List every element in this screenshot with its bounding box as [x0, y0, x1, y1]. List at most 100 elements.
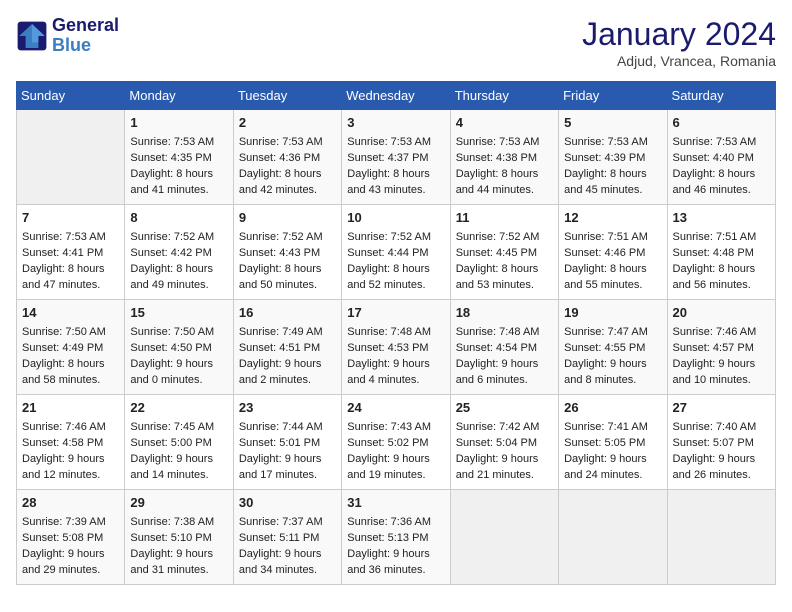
- day-info-line: Sunrise: 7:53 AM: [239, 135, 336, 151]
- header-tuesday: Tuesday: [233, 82, 341, 110]
- day-info-line: Daylight: 8 hours: [564, 167, 661, 183]
- day-info-line: and 24 minutes.: [564, 468, 661, 484]
- day-info-line: and 14 minutes.: [130, 468, 227, 484]
- day-info-line: Sunset: 4:51 PM: [239, 341, 336, 357]
- day-number: 25: [456, 399, 553, 418]
- calendar-cell: [559, 490, 667, 585]
- calendar-cell: [667, 490, 775, 585]
- day-info-line: Daylight: 8 hours: [673, 167, 770, 183]
- day-info-line: Daylight: 9 hours: [347, 452, 444, 468]
- calendar-cell: 16Sunrise: 7:49 AMSunset: 4:51 PMDayligh…: [233, 300, 341, 395]
- day-info-line: Sunrise: 7:42 AM: [456, 420, 553, 436]
- day-info-line: and 36 minutes.: [347, 563, 444, 579]
- day-number: 22: [130, 399, 227, 418]
- logo-text: General Blue: [52, 16, 119, 56]
- calendar-cell: 18Sunrise: 7:48 AMSunset: 4:54 PMDayligh…: [450, 300, 558, 395]
- day-number: 31: [347, 494, 444, 513]
- day-number: 29: [130, 494, 227, 513]
- calendar-cell: 7Sunrise: 7:53 AMSunset: 4:41 PMDaylight…: [17, 205, 125, 300]
- day-number: 8: [130, 209, 227, 228]
- day-number: 23: [239, 399, 336, 418]
- day-info-line: Sunrise: 7:40 AM: [673, 420, 770, 436]
- day-info-line: Sunset: 4:43 PM: [239, 246, 336, 262]
- day-info-line: Daylight: 8 hours: [456, 167, 553, 183]
- calendar-cell: [17, 110, 125, 205]
- day-number: 19: [564, 304, 661, 323]
- day-info-line: Sunset: 4:37 PM: [347, 151, 444, 167]
- day-info-line: and 42 minutes.: [239, 183, 336, 199]
- day-info-line: Sunset: 5:04 PM: [456, 436, 553, 452]
- day-number: 1: [130, 114, 227, 133]
- day-info-line: Sunrise: 7:53 AM: [456, 135, 553, 151]
- day-number: 9: [239, 209, 336, 228]
- day-info-line: Sunrise: 7:53 AM: [22, 230, 119, 246]
- day-info-line: Sunset: 5:10 PM: [130, 531, 227, 547]
- header-wednesday: Wednesday: [342, 82, 450, 110]
- day-info-line: Daylight: 9 hours: [673, 357, 770, 373]
- calendar-cell: 3Sunrise: 7:53 AMSunset: 4:37 PMDaylight…: [342, 110, 450, 205]
- calendar-cell: 30Sunrise: 7:37 AMSunset: 5:11 PMDayligh…: [233, 490, 341, 585]
- day-info-line: Sunrise: 7:52 AM: [239, 230, 336, 246]
- calendar-cell: 23Sunrise: 7:44 AMSunset: 5:01 PMDayligh…: [233, 395, 341, 490]
- day-info-line: Daylight: 9 hours: [673, 452, 770, 468]
- day-info-line: and 21 minutes.: [456, 468, 553, 484]
- day-info-line: and 19 minutes.: [347, 468, 444, 484]
- calendar-cell: 9Sunrise: 7:52 AMSunset: 4:43 PMDaylight…: [233, 205, 341, 300]
- day-info-line: Sunset: 4:36 PM: [239, 151, 336, 167]
- title-area: January 2024 Adjud, Vrancea, Romania: [582, 16, 776, 69]
- calendar-cell: 29Sunrise: 7:38 AMSunset: 5:10 PMDayligh…: [125, 490, 233, 585]
- day-number: 30: [239, 494, 336, 513]
- day-info-line: Sunrise: 7:47 AM: [564, 325, 661, 341]
- day-info-line: Sunrise: 7:53 AM: [673, 135, 770, 151]
- day-info-line: Sunrise: 7:43 AM: [347, 420, 444, 436]
- day-info-line: Sunrise: 7:53 AM: [564, 135, 661, 151]
- day-number: 16: [239, 304, 336, 323]
- calendar-cell: 11Sunrise: 7:52 AMSunset: 4:45 PMDayligh…: [450, 205, 558, 300]
- day-info-line: Sunset: 4:54 PM: [456, 341, 553, 357]
- calendar-cell: 26Sunrise: 7:41 AMSunset: 5:05 PMDayligh…: [559, 395, 667, 490]
- day-info-line: Daylight: 8 hours: [239, 167, 336, 183]
- day-info-line: Daylight: 8 hours: [564, 262, 661, 278]
- calendar-cell: 25Sunrise: 7:42 AMSunset: 5:04 PMDayligh…: [450, 395, 558, 490]
- day-info-line: Sunrise: 7:45 AM: [130, 420, 227, 436]
- calendar-week-row: 21Sunrise: 7:46 AMSunset: 4:58 PMDayligh…: [17, 395, 776, 490]
- calendar-cell: 1Sunrise: 7:53 AMSunset: 4:35 PMDaylight…: [125, 110, 233, 205]
- calendar-cell: 19Sunrise: 7:47 AMSunset: 4:55 PMDayligh…: [559, 300, 667, 395]
- day-number: 15: [130, 304, 227, 323]
- day-info-line: and 44 minutes.: [456, 183, 553, 199]
- calendar-table: SundayMondayTuesdayWednesdayThursdayFrid…: [16, 81, 776, 585]
- day-info-line: and 47 minutes.: [22, 278, 119, 294]
- day-info-line: Sunset: 5:07 PM: [673, 436, 770, 452]
- day-info-line: Daylight: 8 hours: [22, 357, 119, 373]
- day-info-line: Sunrise: 7:53 AM: [130, 135, 227, 151]
- day-info-line: Sunset: 5:05 PM: [564, 436, 661, 452]
- day-info-line: Sunset: 4:42 PM: [130, 246, 227, 262]
- day-info-line: Sunrise: 7:41 AM: [564, 420, 661, 436]
- day-info-line: Sunset: 4:53 PM: [347, 341, 444, 357]
- day-info-line: Sunset: 4:55 PM: [564, 341, 661, 357]
- day-info-line: Sunset: 4:50 PM: [130, 341, 227, 357]
- day-info-line: and 49 minutes.: [130, 278, 227, 294]
- day-info-line: Sunset: 5:11 PM: [239, 531, 336, 547]
- day-info-line: Daylight: 9 hours: [347, 357, 444, 373]
- calendar-cell: 17Sunrise: 7:48 AMSunset: 4:53 PMDayligh…: [342, 300, 450, 395]
- calendar-cell: 20Sunrise: 7:46 AMSunset: 4:57 PMDayligh…: [667, 300, 775, 395]
- day-info-line: and 10 minutes.: [673, 373, 770, 389]
- calendar-cell: 2Sunrise: 7:53 AMSunset: 4:36 PMDaylight…: [233, 110, 341, 205]
- day-info-line: Sunset: 4:49 PM: [22, 341, 119, 357]
- calendar-header-row: SundayMondayTuesdayWednesdayThursdayFrid…: [17, 82, 776, 110]
- day-info-line: Sunrise: 7:48 AM: [456, 325, 553, 341]
- day-info-line: and 17 minutes.: [239, 468, 336, 484]
- header: General Blue January 2024 Adjud, Vrancea…: [16, 16, 776, 69]
- day-info-line: Daylight: 9 hours: [456, 357, 553, 373]
- day-info-line: and 52 minutes.: [347, 278, 444, 294]
- day-info-line: Daylight: 9 hours: [22, 547, 119, 563]
- day-info-line: Sunset: 4:35 PM: [130, 151, 227, 167]
- header-monday: Monday: [125, 82, 233, 110]
- day-info-line: and 34 minutes.: [239, 563, 336, 579]
- day-info-line: Sunrise: 7:51 AM: [564, 230, 661, 246]
- day-number: 11: [456, 209, 553, 228]
- day-info-line: Sunrise: 7:46 AM: [673, 325, 770, 341]
- day-info-line: and 56 minutes.: [673, 278, 770, 294]
- day-number: 6: [673, 114, 770, 133]
